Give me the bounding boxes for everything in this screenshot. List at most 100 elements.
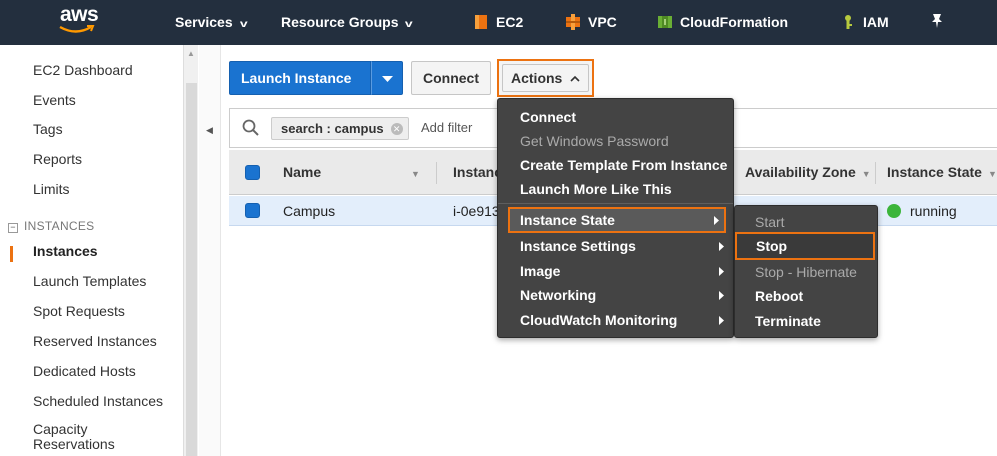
resource-groups-label: Resource Groups [281,14,399,30]
launch-options-dropdown[interactable] [371,61,403,95]
section-title: INSTANCES [24,219,95,233]
menu-item-connect[interactable]: Connect [498,105,733,129]
sort-icon: ▼ [861,169,871,179]
cell-instance-id: i-0e913 [453,203,500,219]
column-header-instance-id[interactable]: Instanc [453,150,502,195]
sidebar-item-events[interactable]: Events [33,92,76,108]
submenu-item-stop-hibernate: Stop - Hibernate [755,264,857,280]
filter-token-key: search [281,121,323,136]
menu-item-label: Instance State [520,212,615,228]
sidebar-item-instances[interactable]: Instances [33,243,98,259]
menu-item-create-template[interactable]: Create Template From Instance [498,153,733,177]
remove-filter-icon[interactable]: ✕ [390,123,403,135]
shortcut-vpc[interactable]: VPC [565,0,617,45]
chevron-up-icon [570,75,580,82]
collapse-section-icon[interactable]: − [8,223,18,233]
submenu-item-terminate[interactable]: Terminate [735,309,877,333]
services-menu[interactable]: Services v [175,0,248,45]
actions-button-highlight: Actions [497,59,594,97]
pin-icon[interactable] [931,13,943,34]
menu-item-image[interactable]: Image [498,259,733,283]
column-divider [436,162,437,184]
sidebar-section-instances[interactable]: − INSTANCES [8,219,95,233]
shortcut-label: VPC [588,14,617,30]
connect-button[interactable]: Connect [411,61,491,95]
sidebar-item-ec2-dashboard[interactable]: EC2 Dashboard [33,62,133,78]
actions-button[interactable]: Actions [502,64,589,92]
shortcut-cloudformation[interactable]: CloudFormation [657,0,788,45]
sidebar-item-tags[interactable]: Tags [33,121,63,137]
chevron-right-icon [714,216,719,225]
sidebar-item-dedicated-hosts[interactable]: Dedicated Hosts [33,363,136,379]
cloudformation-icon [658,16,672,28]
column-label: Instanc [453,164,503,180]
column-label: Instance State [887,164,982,180]
sidebar: EC2 Dashboard Events Tags Reports Limits… [0,45,183,456]
menu-item-instance-settings[interactable]: Instance Settings [498,234,733,258]
shortcut-label: CloudFormation [680,14,789,30]
launch-instance-button[interactable]: Launch Instance [229,61,371,95]
iam-icon [845,15,852,29]
filter-token-value: : campus [326,121,384,136]
instance-state-submenu: Start Stop Stop - Hibernate Reboot Termi… [734,205,878,338]
menu-item-networking[interactable]: Networking [498,283,733,307]
actions-dropdown-menu: Connect Get Windows Password Create Temp… [497,98,734,338]
shortcut-ec2[interactable]: EC2 [473,0,523,45]
sidebar-item-scheduled-instances[interactable]: Scheduled Instances [33,393,163,409]
submenu-item-start: Start [755,214,785,230]
sidebar-scrollbar[interactable]: ▲ [183,45,198,456]
menu-item-instance-state[interactable]: Instance State [508,207,726,233]
sidebar-item-capacity-reservations[interactable]: Capacity Reservations [33,422,143,452]
status-running-icon [887,204,901,218]
scrollbar-thumb[interactable] [186,83,197,456]
chevron-left-icon[interactable]: ◀ [206,125,213,136]
column-label: Availability Zone [745,164,856,180]
services-label: Services [175,14,233,30]
menu-item-label: Image [520,263,561,279]
sidebar-item-reports[interactable]: Reports [33,151,82,167]
submenu-item-reboot[interactable]: Reboot [735,284,877,308]
row-checkbox[interactable] [245,203,260,218]
filter-token[interactable]: search : campus ✕ [271,117,409,140]
top-navigation-bar: aws Services v Resource Groups v EC2 VPC C… [0,0,997,45]
column-sort-name[interactable]: ▼ [405,150,420,195]
vpc-icon [566,14,580,30]
sidebar-item-limits[interactable]: Limits [33,181,70,197]
chevron-down-icon: v [405,19,414,30]
add-filter-input[interactable]: Add filter [421,120,472,135]
column-header-instance-state[interactable]: Instance State ▼ [887,150,997,195]
menu-item-cloudwatch-monitoring[interactable]: CloudWatch Monitoring [498,308,733,332]
column-header-availability-zone[interactable]: Availability Zone ▼ [745,150,871,195]
aws-logo[interactable]: aws [55,3,115,41]
column-header-name[interactable]: Name [283,150,321,195]
sidebar-item-spot-requests[interactable]: Spot Requests [33,303,125,319]
column-label: Name [283,164,322,180]
menu-item-label: Instance Settings [520,238,636,254]
ec2-icon [475,15,487,29]
caret-down-icon [382,76,393,82]
select-all-checkbox[interactable] [245,165,260,180]
shortcut-iam[interactable]: IAM [840,0,889,45]
sort-icon: ▼ [411,169,420,179]
sort-icon: ▼ [987,169,997,179]
active-item-indicator [10,246,13,262]
actions-label: Actions [511,70,563,86]
scroll-up-icon[interactable]: ▲ [187,49,195,58]
sidebar-item-launch-templates[interactable]: Launch Templates [33,273,146,289]
chevron-right-icon [719,291,724,300]
resource-groups-menu[interactable]: Resource Groups v [281,0,414,45]
column-divider [875,162,876,184]
menu-item-label: Networking [520,287,597,303]
aws-logo-text: aws [60,3,99,26]
menu-item-launch-more-like-this[interactable]: Launch More Like This [498,177,733,201]
chevron-down-icon: v [239,19,248,30]
submenu-item-stop[interactable]: Stop [735,232,875,260]
aws-smile-icon [59,25,95,33]
search-icon [242,119,259,136]
sidebar-collapse-tab[interactable]: ◀ [199,45,221,456]
sidebar-item-reserved-instances[interactable]: Reserved Instances [33,333,157,349]
menu-item-get-windows-password: Get Windows Password [520,133,669,149]
menu-item-label: CloudWatch Monitoring [520,312,678,328]
chevron-right-icon [719,267,724,276]
chevron-right-icon [719,316,724,325]
